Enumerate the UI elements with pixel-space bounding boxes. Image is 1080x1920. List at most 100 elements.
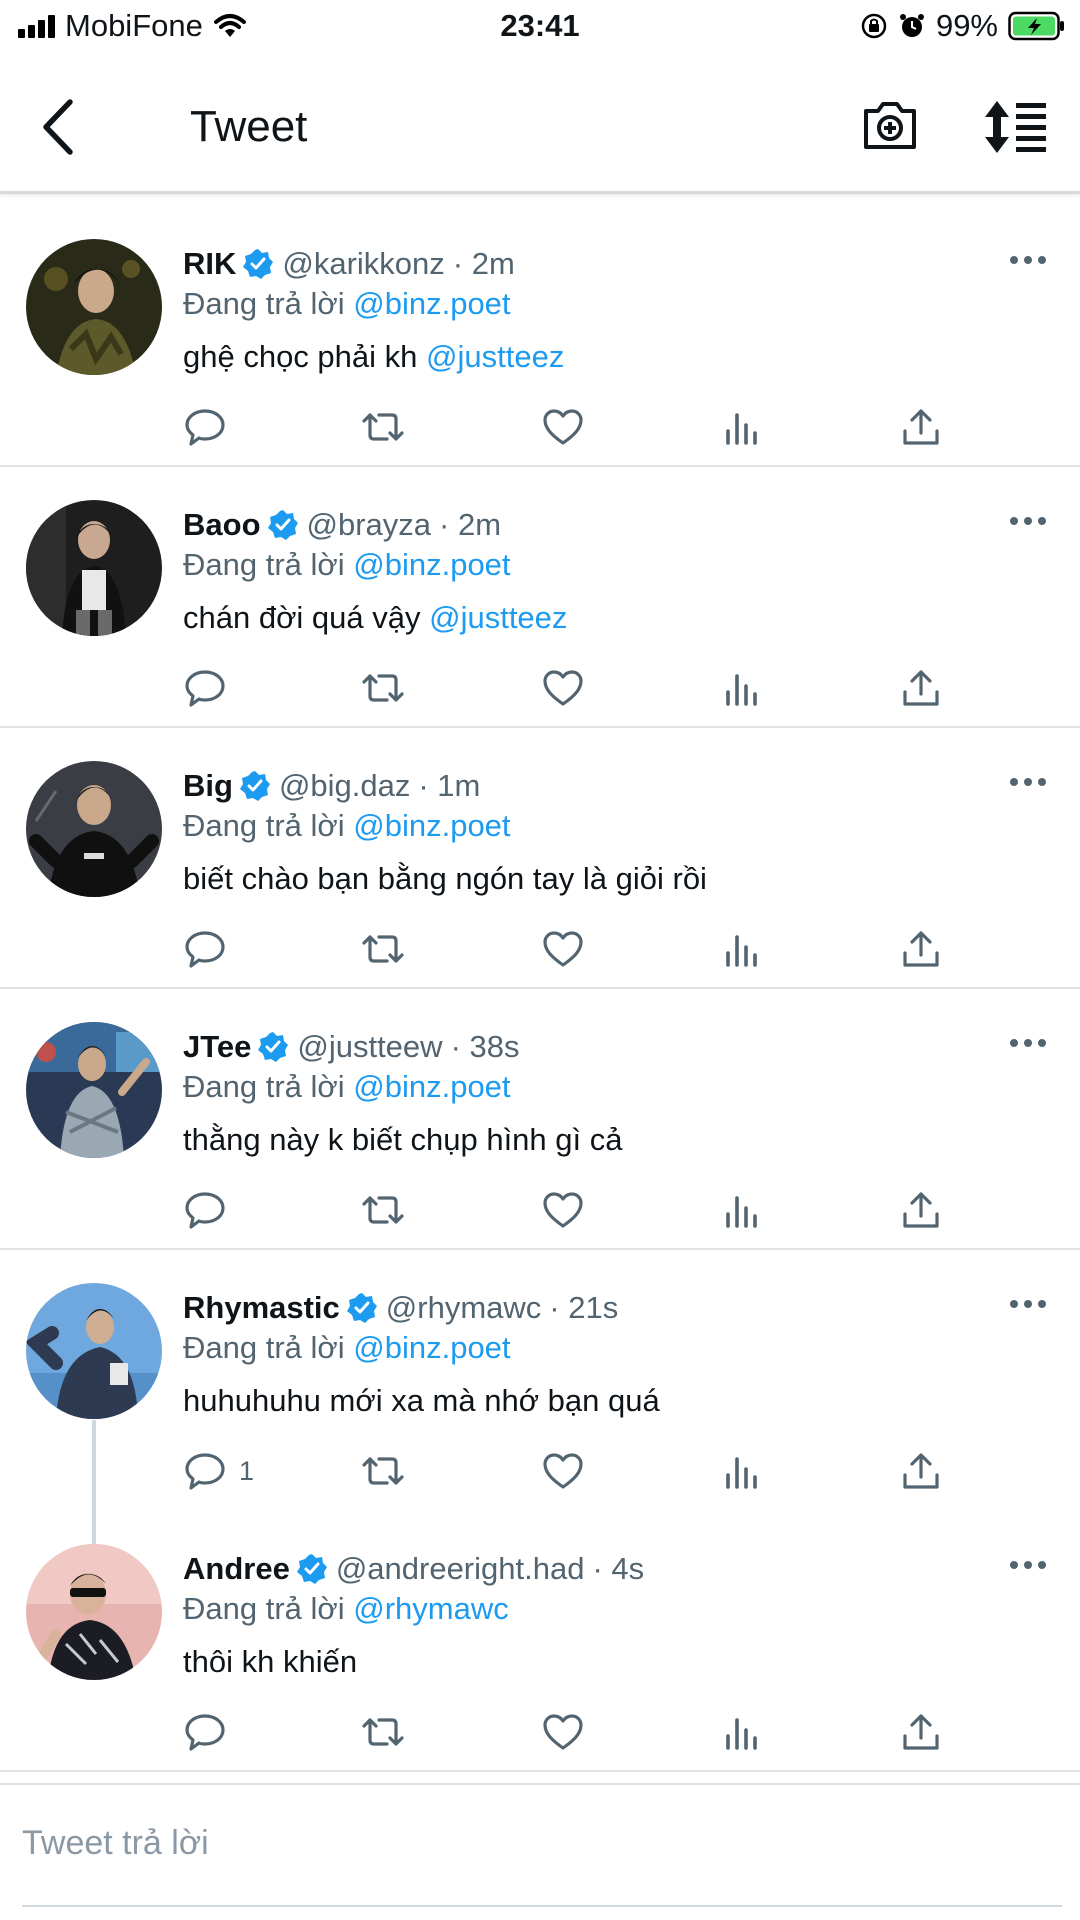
retweet-button[interactable] <box>361 1185 405 1235</box>
more-icon[interactable] <box>1008 1296 1048 1312</box>
more-icon[interactable] <box>1008 513 1048 529</box>
replying-to-label: Đang trả lời <box>183 1591 345 1626</box>
avatar[interactable] <box>26 239 162 375</box>
like-icon <box>543 409 583 445</box>
reply-input[interactable] <box>22 1813 1062 1873</box>
tweet-body: huhuhuhu mới xa mà nhớ bạn quá <box>183 1383 660 1418</box>
replying-to-mention[interactable]: @rhymawc <box>353 1591 508 1626</box>
analytics-button[interactable] <box>720 924 764 974</box>
like-button[interactable] <box>541 1707 585 1757</box>
like-icon <box>543 1453 583 1489</box>
replying-to-label: Đang trả lời <box>183 808 345 843</box>
replying-to-mention[interactable]: @binz.poet <box>353 1069 510 1104</box>
author-name[interactable]: Big <box>183 768 233 804</box>
share-icon <box>903 409 939 445</box>
reply-button[interactable]: 1 <box>183 1446 254 1496</box>
retweet-button[interactable] <box>361 924 405 974</box>
reply-button[interactable] <box>183 924 239 974</box>
more-icon[interactable] <box>1008 252 1048 268</box>
author-name[interactable]: Baoo <box>183 507 261 543</box>
retweet-button[interactable] <box>361 663 405 713</box>
replying-to: Đang trả lời @binz.poet <box>183 1330 511 1366</box>
page-title: Tweet <box>190 102 308 151</box>
replying-to-mention[interactable]: @binz.poet <box>353 547 510 582</box>
retweet-button[interactable] <box>361 402 405 452</box>
author-handle[interactable]: @justteew <box>297 1029 442 1065</box>
share-button[interactable] <box>899 1185 943 1235</box>
share-button[interactable] <box>899 1446 943 1496</box>
replying-to-mention[interactable]: @binz.poet <box>353 286 510 321</box>
analytics-icon <box>726 1457 757 1489</box>
tweet-reply[interactable]: Andree @andreeright.had · 4s Đang trả lờ… <box>0 1511 1080 1772</box>
avatar[interactable] <box>26 1283 162 1419</box>
tweet-time: · 1m <box>418 768 481 803</box>
reply-button[interactable] <box>183 402 239 452</box>
tweet-body: biết chào bạn bằng ngón tay là giỏi rồi <box>183 861 707 896</box>
like-button[interactable] <box>541 1185 585 1235</box>
author-handle[interactable]: @rhymawc <box>386 1290 541 1326</box>
share-button[interactable] <box>899 402 943 452</box>
alarm-icon <box>899 14 924 37</box>
reply-composer <box>0 1783 1080 1903</box>
author-handle[interactable]: @brayza <box>307 507 432 543</box>
tweet-reply[interactable]: Baoo @brayza · 2m Đang trả lời @binz.poe… <box>0 467 1080 728</box>
avatar[interactable] <box>26 1544 162 1680</box>
author-name[interactable]: Rhymastic <box>183 1290 340 1326</box>
author-handle[interactable]: @big.daz <box>279 768 410 804</box>
avatar[interactable] <box>26 500 162 636</box>
camera-button[interactable] <box>860 95 920 155</box>
tweet-mention[interactable]: @justteez <box>429 600 567 635</box>
share-button[interactable] <box>899 1707 943 1757</box>
author-line: RIK @karikkonz · 2m <box>183 242 515 286</box>
tweet-time: · 2m <box>452 246 515 281</box>
retweet-button[interactable] <box>361 1707 405 1757</box>
tweet-reply[interactable]: JTee @justteew · 38s Đang trả lời @binz.… <box>0 989 1080 1250</box>
verified-badge-icon <box>296 1554 327 1584</box>
verified-badge-icon <box>346 1293 377 1323</box>
analytics-icon <box>726 1718 757 1750</box>
tweet-time: · 2m <box>439 507 502 542</box>
analytics-button[interactable] <box>720 1446 764 1496</box>
lock-rotation-icon <box>861 13 887 39</box>
tweet-reply[interactable]: Big @big.daz · 1m Đang trả lời @binz.poe… <box>0 728 1080 989</box>
retweet-icon <box>362 1196 404 1224</box>
like-button[interactable] <box>541 402 585 452</box>
share-button[interactable] <box>899 924 943 974</box>
author-handle[interactable]: @karikkonz <box>282 246 444 282</box>
like-button[interactable] <box>541 1446 585 1496</box>
analytics-button[interactable] <box>720 663 764 713</box>
replying-to-mention[interactable]: @binz.poet <box>353 1330 510 1365</box>
like-button[interactable] <box>541 924 585 974</box>
share-icon <box>903 670 939 706</box>
camera-plus-icon <box>864 102 916 149</box>
author-name[interactable]: RIK <box>183 246 236 282</box>
verified-badge-icon <box>267 510 298 540</box>
more-icon[interactable] <box>1008 1035 1048 1051</box>
tweet-reply[interactable]: RIK @karikkonz · 2m Đang trả lời @binz.p… <box>0 206 1080 467</box>
analytics-button[interactable] <box>720 1707 764 1757</box>
tweet-mention[interactable]: @justteez <box>426 339 564 374</box>
more-icon[interactable] <box>1008 774 1048 790</box>
more-icon[interactable] <box>1008 1557 1048 1573</box>
back-button[interactable] <box>34 92 84 162</box>
avatar[interactable] <box>26 761 162 897</box>
reply-button[interactable] <box>183 663 239 713</box>
author-name[interactable]: JTee <box>183 1029 251 1065</box>
tweet-text: huhuhuhu mới xa mà nhớ bạn quá <box>183 1383 660 1419</box>
reply-button[interactable] <box>183 1707 239 1757</box>
author-handle[interactable]: @andreeright.had <box>336 1551 585 1587</box>
share-button[interactable] <box>899 663 943 713</box>
analytics-button[interactable] <box>720 1185 764 1235</box>
like-button[interactable] <box>541 663 585 713</box>
replying-to-mention[interactable]: @binz.poet <box>353 808 510 843</box>
replying-to: Đang trả lời @binz.poet <box>183 808 511 844</box>
tweet-reply[interactable]: Rhymastic @rhymawc · 21s Đang trả lời @b… <box>0 1250 1080 1511</box>
reply-button[interactable] <box>183 1185 239 1235</box>
author-name[interactable]: Andree <box>183 1551 290 1587</box>
avatar[interactable] <box>26 1022 162 1158</box>
replying-to: Đang trả lời @binz.poet <box>183 286 511 322</box>
like-icon <box>543 670 583 706</box>
analytics-button[interactable] <box>720 402 764 452</box>
sort-button[interactable] <box>982 97 1052 157</box>
retweet-button[interactable] <box>361 1446 405 1496</box>
